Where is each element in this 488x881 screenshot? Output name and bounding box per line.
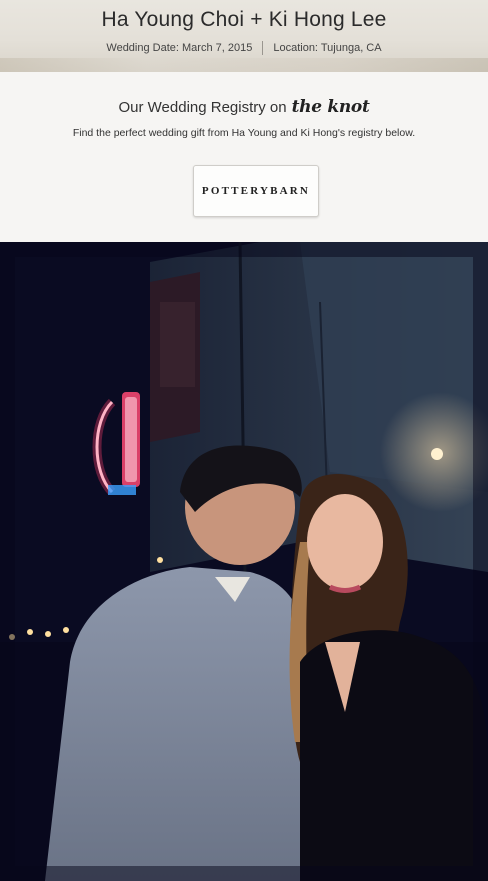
pottery-barn-registry-button[interactable]: POTTERYBARN: [193, 165, 319, 217]
the-knot-logo[interactable]: the knot: [292, 97, 370, 117]
wedding-location: Location: Tujunga, CA: [273, 42, 382, 54]
couple-names: Ha Young Choi + Ki Hong Lee: [101, 8, 387, 31]
registry-section: Our Wedding Registry on the knot Find th…: [0, 72, 488, 242]
pottery-barn-logo: POTTERYBARN: [201, 185, 311, 197]
couple-photo: [0, 242, 488, 881]
wedding-date: Wedding Date: March 7, 2015: [106, 42, 253, 54]
registry-subtitle: Find the perfect wedding gift from Ha Yo…: [72, 127, 416, 139]
registry-title-text: Our Wedding Registry on: [118, 99, 287, 116]
meta-divider: [262, 41, 264, 55]
wedding-meta: Wedding Date: March 7, 2015 Location: Tu…: [0, 41, 488, 55]
registry-title: Our Wedding Registry on the knot: [0, 97, 488, 117]
header-banner: Ha Young Choi + Ki Hong Lee Wedding Date…: [0, 0, 488, 72]
couple-photo-illustration: [0, 242, 488, 881]
